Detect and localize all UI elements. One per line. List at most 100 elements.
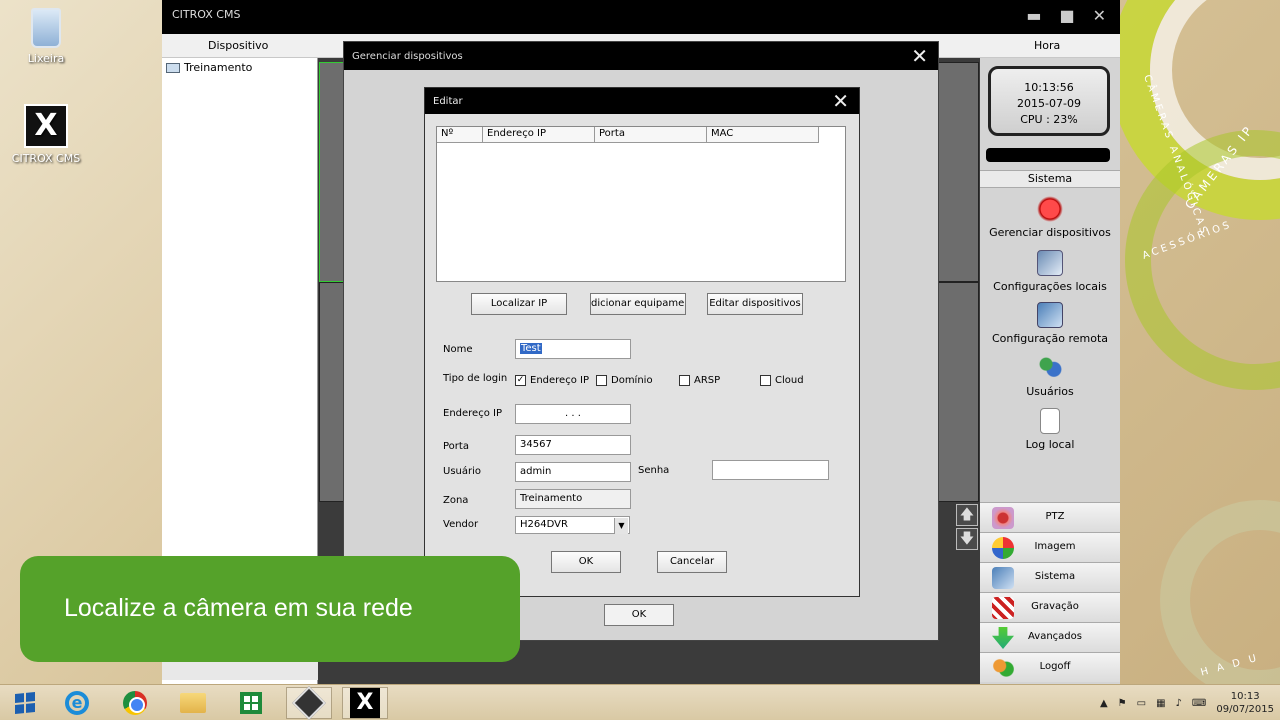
menu-item-label: PTZ xyxy=(1045,511,1065,522)
column-header[interactable]: Porta xyxy=(595,127,707,143)
volume-icon[interactable]: ♪ xyxy=(1176,698,1182,709)
citrox-cms-icon: X xyxy=(350,688,380,718)
taskbar-date: 09/07/2015 xyxy=(1216,704,1274,715)
edit-dialog: Editar ✕ Nº Endereço IP Porta MAC Locali… xyxy=(424,87,860,597)
device-search-table[interactable]: Nº Endereço IP Porta MAC xyxy=(436,126,846,282)
column-header[interactable]: MAC xyxy=(707,127,819,143)
ok-button[interactable]: OK xyxy=(551,551,621,573)
sys-item-usuarios[interactable]: Usuários xyxy=(980,355,1120,398)
taskbar-clock[interactable]: 10:13 09/07/2015 xyxy=(1216,690,1274,716)
menu-item-ptz[interactable]: PTZ xyxy=(980,502,1120,532)
sys-item-label: Usuários xyxy=(1026,385,1074,398)
taskbar-citrox-cms[interactable]: X xyxy=(342,687,388,719)
display-icon[interactable]: ▭ xyxy=(1137,698,1146,709)
column-header[interactable]: Nº xyxy=(437,127,483,143)
sys-item-label: Configurações locais xyxy=(993,280,1107,293)
header-time: Hora xyxy=(1034,39,1061,52)
menu-item-avancados[interactable]: Avançados xyxy=(980,622,1120,652)
menu-item-sistema[interactable]: Sistema xyxy=(980,562,1120,592)
tipo-login-label: Tipo de login xyxy=(443,373,508,384)
checkbox-dominio[interactable] xyxy=(596,375,607,386)
sys-item-label: Gerenciar dispositivos xyxy=(989,226,1111,239)
dialog-title-bar[interactable]: Gerenciar dispositivos ✕ xyxy=(344,42,938,70)
checkbox-endereco-ip[interactable]: ✓ xyxy=(515,375,526,386)
porta-label: Porta xyxy=(443,441,469,452)
close-icon[interactable]: ✕ xyxy=(832,89,849,113)
instruction-banner: Localize a câmera em sua rede xyxy=(20,556,520,662)
minimize-icon[interactable]: ▬ xyxy=(1026,6,1041,25)
localizar-ip-button[interactable]: Localizar IP xyxy=(471,293,567,315)
nome-field[interactable]: Test xyxy=(515,339,631,359)
clock-display: 10:13:56 2015-07-09 CPU : 23% xyxy=(988,66,1110,136)
senha-field[interactable] xyxy=(712,460,829,480)
checkbox-arsp[interactable] xyxy=(679,375,690,386)
checkbox-label: Cloud xyxy=(775,375,804,386)
chevron-down-icon: ▼ xyxy=(614,518,628,534)
arrow-down-icon[interactable]: 🡇 xyxy=(956,528,978,550)
close-icon[interactable]: ✕ xyxy=(911,44,928,68)
menu-item-label: Gravação xyxy=(1031,601,1079,612)
zona-label: Zona xyxy=(443,495,469,506)
taskbar-app[interactable] xyxy=(286,686,332,720)
tree-item-treinamento[interactable]: Treinamento xyxy=(162,58,317,77)
senha-label: Senha xyxy=(638,465,670,476)
sys-item-label: Log local xyxy=(1025,438,1075,451)
porta-field[interactable]: 34567 xyxy=(515,435,631,455)
keyboard-icon[interactable]: ⌨ xyxy=(1192,698,1206,709)
nome-label: Nome xyxy=(443,344,473,355)
windows-logo-icon xyxy=(15,691,35,715)
cms-title-bar[interactable]: CITROX CMS ▬ ■ ✕ xyxy=(162,0,1120,34)
desktop-icon-citrox-cms[interactable]: CITROX CMS xyxy=(6,104,86,165)
start-button[interactable] xyxy=(2,687,48,719)
bottom-menu: PTZ Imagem Sistema Gravação Avançados Lo… xyxy=(980,502,1120,682)
folder-icon xyxy=(180,693,206,713)
menu-item-imagem[interactable]: Imagem xyxy=(980,532,1120,562)
menu-item-logoff[interactable]: Logoff xyxy=(980,652,1120,682)
cancel-button[interactable]: Cancelar xyxy=(657,551,727,573)
clock-time: 10:13:56 xyxy=(1024,81,1074,94)
vendor-select[interactable]: H264DVR ▼ xyxy=(515,516,630,534)
right-panel: 10:13:56 2015-07-09 CPU : 23% Sistema Ge… xyxy=(980,58,1120,684)
desktop-icon-recycle-bin[interactable]: Lixeira xyxy=(6,8,86,65)
users-icon xyxy=(1037,355,1063,381)
desktop-icon-label: Lixeira xyxy=(27,52,65,65)
arrow-up-icon[interactable]: 🡅 xyxy=(956,504,978,526)
app-icon xyxy=(292,686,326,720)
sys-item-gerenciar[interactable]: Gerenciar dispositivos xyxy=(980,196,1120,239)
checkbox-cloud[interactable] xyxy=(760,375,771,386)
cms-title: CITROX CMS xyxy=(172,8,241,21)
system-header: Sistema xyxy=(980,170,1120,188)
scroll-arrows: 🡅 🡇 xyxy=(956,504,978,550)
sys-item-config-locais[interactable]: Configurações locais xyxy=(980,250,1120,293)
flag-icon[interactable]: ⚑ xyxy=(1118,698,1127,709)
taskbar-ie[interactable]: e xyxy=(54,687,100,719)
menu-item-label: Avançados xyxy=(1028,631,1082,642)
chevron-up-icon[interactable]: ▲ xyxy=(1100,698,1108,709)
taskbar-explorer[interactable] xyxy=(170,687,216,719)
taskbar-store[interactable] xyxy=(228,687,274,719)
menu-item-gravacao[interactable]: Gravação xyxy=(980,592,1120,622)
sys-item-label: Configuração remota xyxy=(991,332,1109,345)
ok-button[interactable]: OK xyxy=(604,604,674,626)
menu-item-label: Sistema xyxy=(1034,571,1076,582)
zona-field[interactable]: Treinamento xyxy=(515,489,631,509)
ip-address-field[interactable]: . . . xyxy=(515,404,631,424)
log-document-icon xyxy=(1040,408,1060,434)
dialog-title-bar[interactable]: Editar ✕ xyxy=(425,88,859,114)
column-header[interactable]: Endereço IP xyxy=(483,127,595,143)
tree-search-bar[interactable] xyxy=(162,660,318,680)
close-icon[interactable]: ✕ xyxy=(1093,6,1106,25)
add-device-button[interactable]: dicionar equipament xyxy=(590,293,686,315)
edit-devices-button[interactable]: Editar dispositivos xyxy=(707,293,803,315)
maximize-icon[interactable]: ■ xyxy=(1059,6,1074,25)
tools-icon xyxy=(1037,250,1063,276)
usuario-label: Usuário xyxy=(443,466,482,477)
sys-item-config-remota[interactable]: Configuração remota xyxy=(980,302,1120,345)
desktop-icon-label: CITROX CMS xyxy=(11,152,81,165)
usuario-field[interactable]: admin xyxy=(515,462,631,482)
sys-item-log-local[interactable]: Log local xyxy=(980,408,1120,451)
taskbar-chrome[interactable] xyxy=(112,687,158,719)
network-icon[interactable]: ▦ xyxy=(1156,698,1165,709)
menu-item-label: Logoff xyxy=(1039,661,1071,672)
header-device: Dispositivo xyxy=(208,39,269,52)
